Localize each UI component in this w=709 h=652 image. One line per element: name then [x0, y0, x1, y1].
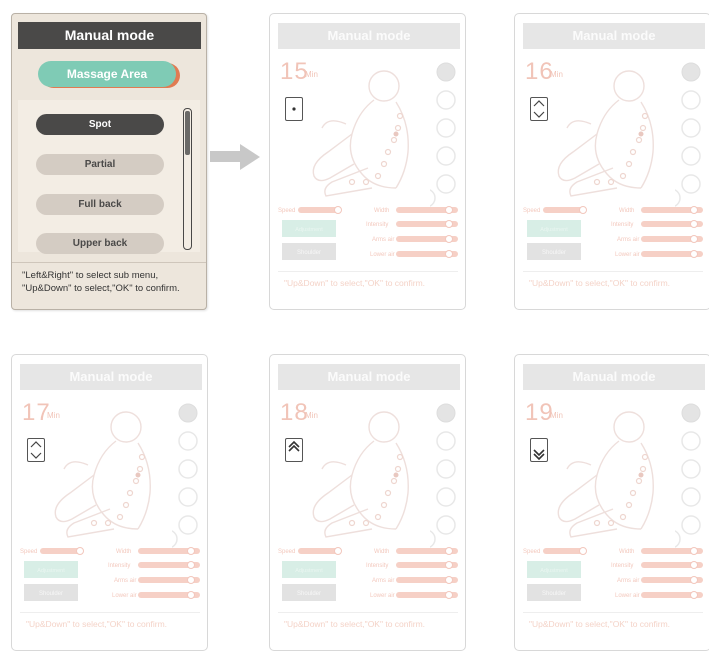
control-label-arms-air: Arms air: [617, 578, 639, 584]
divider: [278, 271, 458, 272]
control-label-button2: Shoulder: [542, 250, 566, 256]
panel-title: Manual mode: [278, 23, 460, 49]
instruction-text: "Up&Down" to select,"OK" to confirm.: [284, 619, 426, 629]
control-label-width: Width: [619, 549, 634, 555]
control-label-button2: Shoulder: [542, 591, 566, 597]
panel-title: Manual mode: [18, 22, 201, 49]
control-label-width: Width: [374, 549, 389, 555]
panel-title: Manual mode: [278, 364, 460, 390]
control-sliders: Speed Width Intensity Arms air Lower air…: [278, 547, 458, 601]
control-label-button2: Shoulder: [39, 591, 63, 597]
massage-area-label[interactable]: Massage Area: [38, 61, 176, 87]
instruction-line-2: "Up&Down" to select,"OK" to confirm.: [22, 283, 180, 294]
massage-chair-body-icon: [312, 70, 409, 197]
scrollbar-thumb[interactable]: [185, 111, 190, 155]
control-label-intensity: Intensity: [611, 222, 633, 228]
control-label-button1: Adjustment: [295, 568, 323, 574]
divider: [523, 271, 703, 272]
faded-manual-mode-panel-4: Manual mode 18 Min Speed Width Intensity…: [269, 354, 466, 651]
control-label-button2: Shoulder: [297, 250, 321, 256]
up-down-outline-icon: [530, 97, 548, 121]
control-label-intensity: Intensity: [108, 563, 130, 569]
control-sliders: Speed Width Intensity Arms air Lower air…: [523, 206, 703, 260]
control-label-lower-air: Lower air: [370, 593, 395, 599]
faded-manual-mode-panel-3: Manual mode 17 Min Speed Width Intensity…: [11, 354, 208, 651]
control-label-button2: Shoulder: [297, 591, 321, 597]
menu-item-upper-back[interactable]: Upper back: [36, 233, 164, 254]
up-filled-icon: [285, 438, 303, 462]
instruction-text: "Up&Down" to select,"OK" to confirm.: [529, 619, 671, 629]
control-label-intensity: Intensity: [611, 563, 633, 569]
control-label-button1: Adjustment: [540, 568, 568, 574]
control-label-width: Width: [619, 208, 634, 214]
control-label-speed: Speed: [278, 549, 295, 555]
menu-item-spot[interactable]: Spot: [36, 114, 164, 135]
control-label-arms-air: Arms air: [617, 237, 639, 243]
control-label-lower-air: Lower air: [370, 252, 395, 258]
control-label-speed: Speed: [523, 549, 540, 555]
airbag-indicator-icons: [430, 403, 456, 548]
divider: [278, 612, 458, 613]
control-label-arms-air: Arms air: [372, 237, 394, 243]
control-label-speed: Speed: [20, 549, 37, 555]
control-label-lower-air: Lower air: [112, 593, 137, 599]
faded-manual-mode-panel-5: Manual mode 19 Min Speed Width Intensity…: [514, 354, 709, 651]
control-label-lower-air: Lower air: [615, 252, 640, 258]
control-label-button1: Adjustment: [37, 568, 65, 574]
control-label-button1: Adjustment: [295, 227, 323, 233]
control-label-width: Width: [374, 208, 389, 214]
control-label-arms-air: Arms air: [372, 578, 394, 584]
instruction-text: "Left&Right" to select sub menu, "Up&Dow…: [22, 269, 202, 295]
instruction-text: "Up&Down" to select,"OK" to confirm.: [26, 619, 168, 629]
divider: [523, 612, 703, 613]
spot-dot-icon: [285, 97, 303, 121]
control-label-speed: Speed: [278, 208, 295, 214]
divider: [12, 262, 206, 263]
massage-chair-body-icon: [312, 411, 409, 538]
control-sliders: Speed Width Intensity Arms air Lower air…: [20, 547, 200, 601]
massage-chair-body-icon: [557, 70, 654, 197]
down-filled-icon: [530, 438, 548, 462]
control-label-lower-air: Lower air: [615, 593, 640, 599]
menu-item-full-back[interactable]: Full back: [36, 194, 164, 215]
divider: [20, 612, 200, 613]
manual-mode-panel: Manual mode Massage Area Spot Partial Fu…: [11, 13, 207, 310]
airbag-indicator-icons: [172, 403, 198, 548]
panel-title: Manual mode: [523, 364, 705, 390]
up-down-outline-icon: [27, 438, 45, 462]
control-sliders: Speed Width Intensity Arms air Lower air…: [278, 206, 458, 260]
panel-title: Manual mode: [20, 364, 202, 390]
menu-item-partial[interactable]: Partial: [36, 154, 164, 175]
control-label-width: Width: [116, 549, 131, 555]
right-arrow-icon: [210, 144, 260, 170]
airbag-indicator-icons: [675, 62, 701, 207]
control-sliders: Speed Width Intensity Arms air Lower air…: [523, 547, 703, 601]
instruction-text: "Up&Down" to select,"OK" to confirm.: [284, 278, 426, 288]
instruction-text: "Up&Down" to select,"OK" to confirm.: [529, 278, 671, 288]
airbag-indicator-icons: [675, 403, 701, 548]
control-label-intensity: Intensity: [366, 222, 388, 228]
control-label-arms-air: Arms air: [114, 578, 136, 584]
massage-area-menu: Spot Partial Full back Upper back: [18, 100, 200, 254]
massage-chair-body-icon: [557, 411, 654, 538]
faded-manual-mode-panel-2: Manual mode 16 Min Speed Width Intensity…: [514, 13, 709, 310]
massage-area-tab[interactable]: Massage Area: [38, 61, 180, 89]
menu-scrollbar[interactable]: [183, 108, 192, 250]
control-label-intensity: Intensity: [366, 563, 388, 569]
airbag-indicator-icons: [430, 62, 456, 207]
faded-manual-mode-panel-1: Manual mode 15 Min Speed Width Intensity…: [269, 13, 466, 310]
control-label-speed: Speed: [523, 208, 540, 214]
panel-title: Manual mode: [523, 23, 705, 49]
instruction-line-1: "Left&Right" to select sub menu,: [22, 270, 159, 281]
control-label-button1: Adjustment: [540, 227, 568, 233]
massage-chair-body-icon: [54, 411, 151, 538]
